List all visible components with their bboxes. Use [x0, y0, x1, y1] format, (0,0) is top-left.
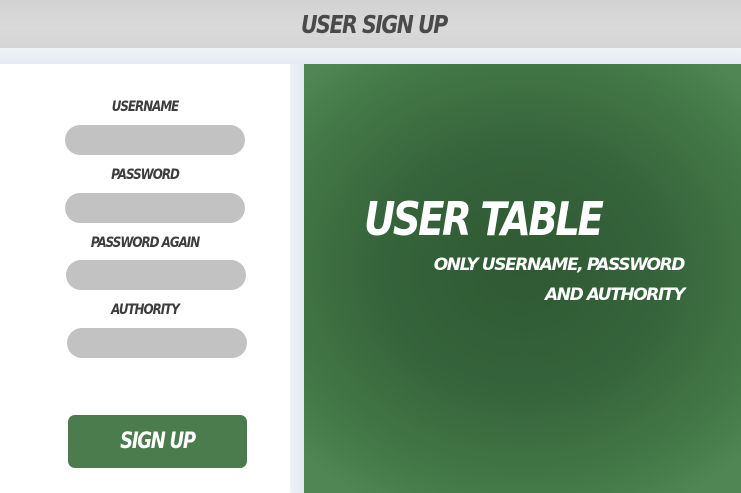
password-again-input[interactable]: [66, 260, 246, 290]
username-label: USERNAME: [111, 99, 180, 115]
username-input[interactable]: [65, 125, 245, 155]
user-table-info-panel: USER TABLE ONLY USERNAME, PASSWORD AND A…: [304, 64, 741, 493]
password-label: PASSWORD: [111, 167, 180, 183]
app-window: USER SIGN UP USERNAME PASSWORD PASSWORD …: [0, 0, 741, 493]
panel-divider: [290, 64, 304, 493]
authority-input[interactable]: [67, 328, 247, 358]
password-input[interactable]: [65, 193, 245, 223]
info-subtitle: ONLY USERNAME, PASSWORD AND AUTHORITY: [433, 255, 686, 305]
authority-label: AUTHORITY: [111, 302, 180, 318]
signup-button-label: SIGN UP: [120, 429, 196, 454]
signup-button[interactable]: SIGN UP: [68, 415, 247, 468]
page-title: USER SIGN UP: [300, 9, 448, 39]
password-again-label: PASSWORD AGAIN: [90, 235, 200, 251]
header-bar: USER SIGN UP: [0, 0, 741, 48]
info-title: USER TABLE: [364, 192, 604, 246]
header-divider: [0, 48, 741, 64]
